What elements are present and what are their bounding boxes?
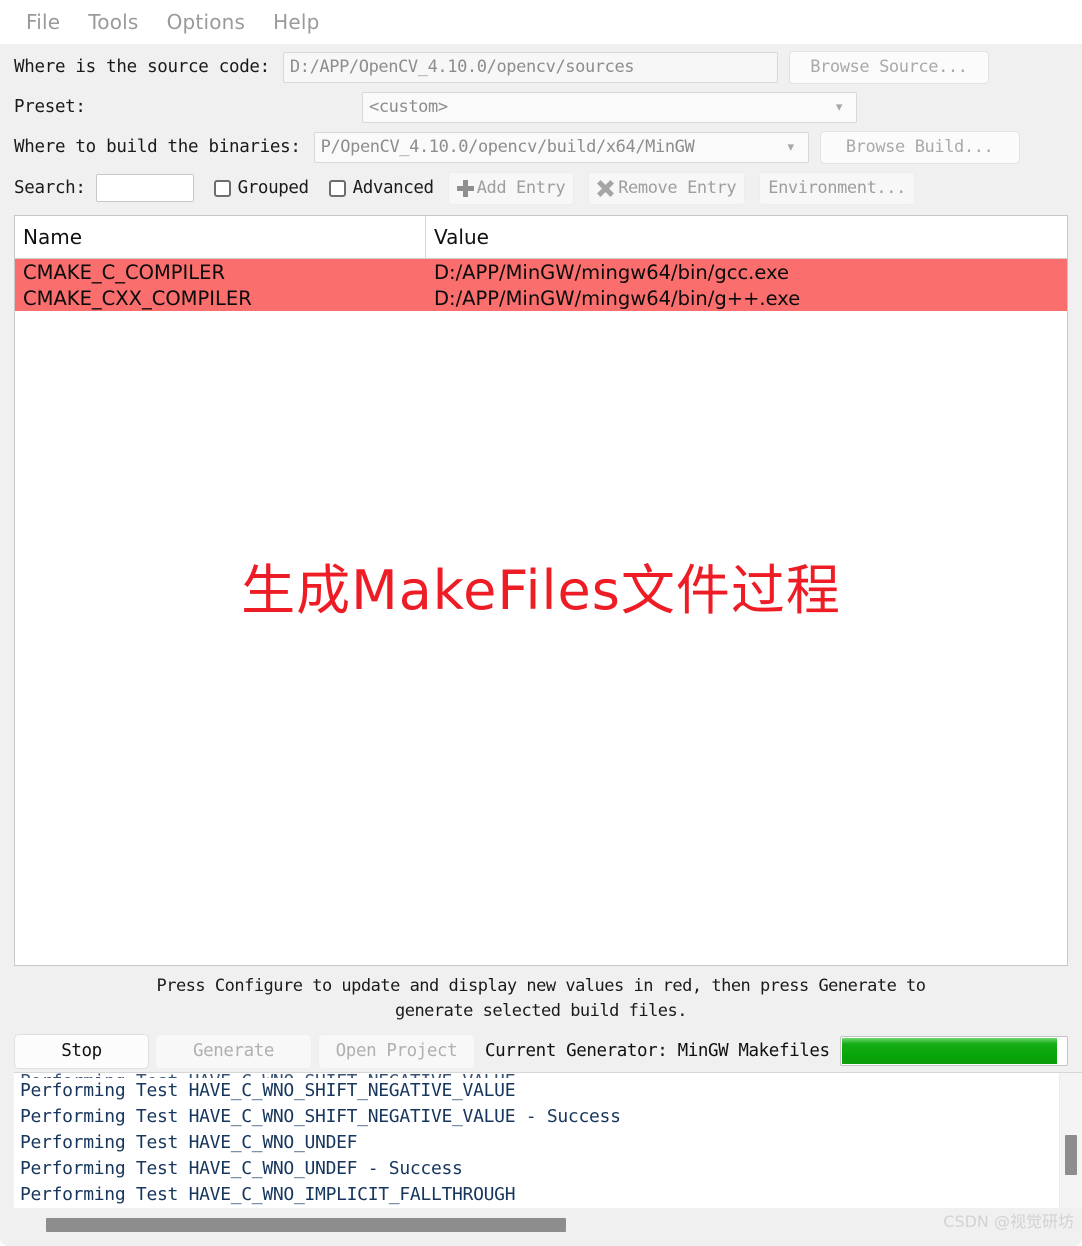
log-output-panel: Performing Test HAVE_C_WNO_SHIFT_NEGATIV… [14,1072,1082,1208]
search-label: Search: [14,178,86,198]
stop-button[interactable]: Stop [14,1033,149,1069]
table-row[interactable]: CMAKE_C_COMPILER D:/APP/MinGW/mingw64/bi… [15,259,1067,285]
build-row: Where to build the binaries: P/OpenCV_4.… [14,128,1068,166]
column-header-value[interactable]: Value [426,216,1067,258]
watermark: CSDN @视觉研坊 [943,1212,1074,1231]
remove-entry-button[interactable]: Remove Entry [588,171,746,205]
grouped-checkbox[interactable]: Grouped [213,178,309,198]
cache-entry-value[interactable]: D:/APP/MinGW/mingw64/bin/g++.exe [426,287,1067,310]
log-output-text[interactable]: Performing Test HAVE_C_WNO_SHIFT_NEGATIV… [14,1073,1059,1208]
table-header-row: Name Value [15,216,1067,259]
chevron-down-icon: ▾ [787,139,795,155]
log-line: Performing Test HAVE_C_WNO_UNDEF - Succe… [20,1158,463,1179]
add-entry-button[interactable]: Add Entry [447,171,575,205]
table-row[interactable]: CMAKE_CXX_COMPILER D:/APP/MinGW/mingw64/… [15,285,1067,311]
cross-icon [597,180,614,197]
configure-hint: Press Configure to update and display ne… [0,966,1082,1030]
preset-label: Preset: [14,97,86,117]
menu-item-file[interactable]: File [12,8,74,36]
log-horizontal-scrollbar[interactable] [14,1218,1064,1232]
preset-row: Preset: <custom> ▾ [14,88,1068,126]
path-form: Where is the source code: D:/APP/OpenCV_… [0,44,1082,211]
menu-bar: File Tools Options Help [0,0,1082,44]
build-path-value: P/OpenCV_4.10.0/opencv/build/x64/MinGW [320,136,695,157]
plus-icon [456,179,474,197]
build-label: Where to build the binaries: [14,137,301,157]
open-project-button[interactable]: Open Project [318,1033,475,1069]
source-label: Where is the source code: [14,57,270,77]
menu-item-tools[interactable]: Tools [74,8,152,36]
remove-entry-label: Remove Entry [618,178,737,198]
log-vertical-scrollbar[interactable] [1059,1073,1082,1208]
advanced-checkbox[interactable]: Advanced [328,178,434,198]
log-horizontal-scrollbar-thumb[interactable] [46,1218,566,1232]
preset-select[interactable]: <custom> ▾ [362,91,857,123]
search-input[interactable] [95,174,194,202]
cache-entry-value[interactable]: D:/APP/MinGW/mingw64/bin/gcc.exe [426,261,1067,284]
log-vertical-scrollbar-thumb[interactable] [1065,1135,1077,1175]
log-line: Performing Test HAVE_C_WNO_SHIFT_NEGATIV… [20,1080,516,1101]
menu-item-help[interactable]: Help [259,8,333,36]
cmake-gui-window: File Tools Options Help Where is the sou… [0,0,1082,1246]
log-line-clipped: Performing Test HAVE_C_WNO_SHIFT_NEGATIV… [20,1073,1059,1078]
chevron-down-icon: ▾ [835,99,843,115]
add-entry-label: Add Entry [476,178,566,198]
cache-toolbar: Search: Grouped Advanced Add Entry Remov… [14,168,1068,208]
browse-build-button[interactable]: Browse Build... [819,130,1020,164]
annotation-overlay: 生成MakeFiles文件过程 [241,559,841,622]
source-path-input[interactable]: D:/APP/OpenCV_4.10.0/opencv/sources [282,51,778,83]
browse-source-button[interactable]: Browse Source... [788,50,989,84]
cache-entries-table: Name Value CMAKE_C_COMPILER D:/APP/MinGW… [14,215,1068,966]
log-line: Performing Test HAVE_C_WNO_SHIFT_NEGATIV… [20,1106,621,1127]
generate-button[interactable]: Generate [155,1033,312,1069]
configure-hint-line1: Press Configure to update and display ne… [156,976,926,996]
source-row: Where is the source code: D:/APP/OpenCV_… [14,48,1068,86]
current-generator-label: Current Generator: MinGW Makefiles [485,1041,830,1061]
checkbox-box-grouped[interactable] [213,179,231,197]
progress-bar [839,1036,1068,1066]
preset-selected-value: <custom> [369,96,448,117]
bottom-scroll-area: CSDN @视觉研坊 [0,1208,1082,1246]
cache-entry-name[interactable]: CMAKE_CXX_COMPILER [15,287,426,310]
build-path-select[interactable]: P/OpenCV_4.10.0/opencv/build/x64/MinGW ▾ [313,131,809,163]
log-line: Performing Test HAVE_C_WNO_IMPLICIT_FALL… [20,1184,516,1205]
advanced-label: Advanced [352,178,434,198]
action-bar: Stop Generate Open Project Current Gener… [0,1030,1082,1072]
progress-bar-fill [841,1038,1058,1064]
environment-button[interactable]: Environment... [759,171,915,205]
column-header-name[interactable]: Name [15,216,426,258]
configure-hint-line2: generate selected build files. [394,1001,688,1021]
checkbox-box-advanced[interactable] [328,179,346,197]
cache-entry-name[interactable]: CMAKE_C_COMPILER [15,261,426,284]
menu-item-options[interactable]: Options [153,8,260,36]
environment-label: Environment... [768,178,906,198]
grouped-label: Grouped [237,178,309,198]
log-line: Performing Test HAVE_C_WNO_UNDEF [20,1132,358,1153]
